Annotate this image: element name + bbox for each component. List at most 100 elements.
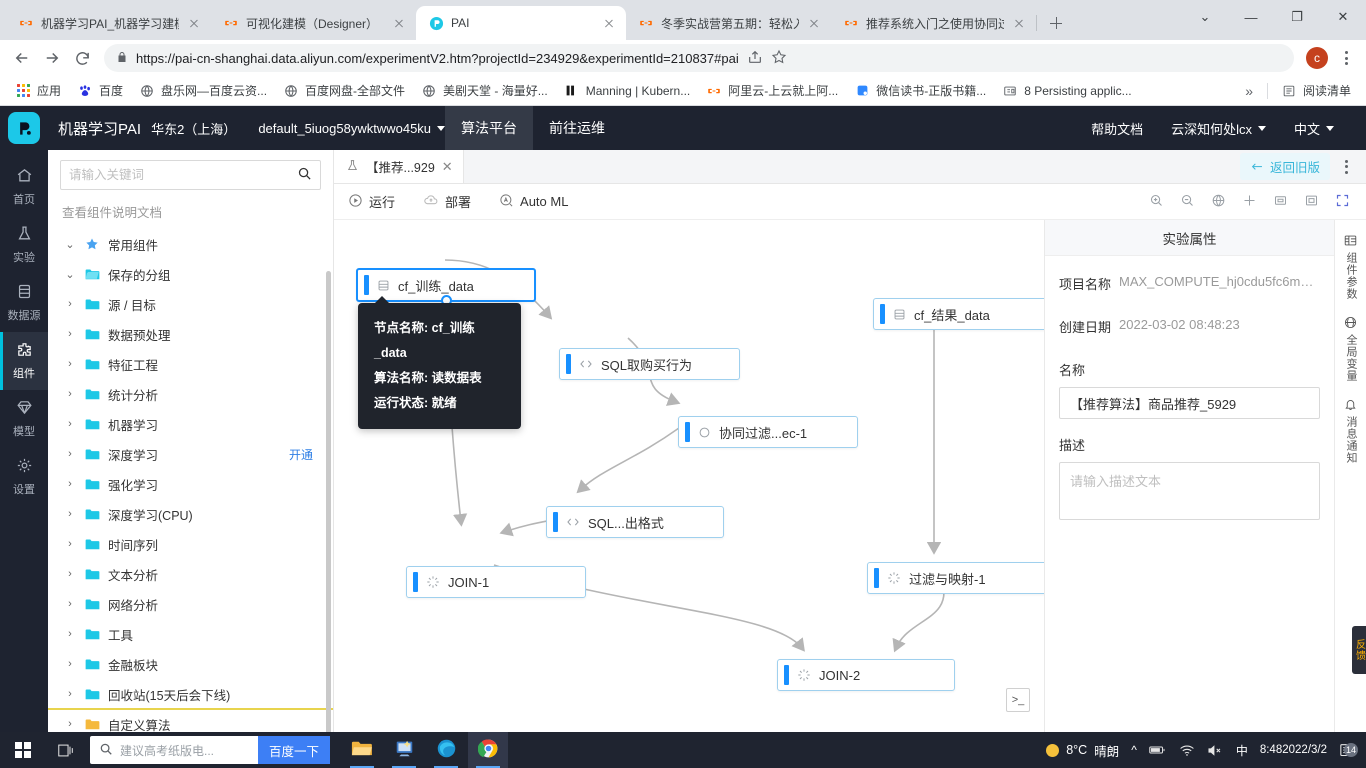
workspace-more-menu[interactable]: [1334, 153, 1358, 181]
nav-tab-operations[interactable]: 前往运维: [533, 106, 621, 150]
run-button[interactable]: 运行: [334, 192, 409, 211]
task-view-button[interactable]: [46, 732, 86, 768]
rail-item-settings[interactable]: 设置: [0, 448, 48, 506]
tree-node-time-series[interactable]: › 时间序列: [48, 529, 333, 559]
browser-tab-3[interactable]: 冬季实战营第五期：轻松入门: [626, 6, 832, 40]
rail-item-global-variables[interactable]: 全局变量: [1338, 310, 1364, 388]
close-icon[interactable]: [806, 15, 822, 31]
close-icon[interactable]: [186, 15, 202, 31]
bookmark-meiju[interactable]: 美剧天堂 - 海量好...: [414, 79, 555, 102]
rail-item-home[interactable]: 首页: [0, 158, 48, 216]
feedback-tab[interactable]: 反馈: [1352, 626, 1366, 674]
chevron-right-icon[interactable]: ›: [64, 598, 76, 610]
tree-node-saved-groups[interactable]: ⌄ 保存的分组: [48, 259, 333, 289]
chevron-right-icon[interactable]: ›: [64, 448, 76, 460]
tree-node-text-analysis[interactable]: › 文本分析: [48, 559, 333, 589]
graph-node-sql-purchase[interactable]: SQL取购买行为: [559, 348, 740, 380]
bookmark-wechat-read[interactable]: 微信读书-正版书籍...: [847, 79, 993, 102]
chevron-right-icon[interactable]: ›: [64, 388, 76, 400]
chevron-down-icon[interactable]: ⌄: [1182, 0, 1228, 34]
bookmark-aliyun[interactable]: 阿里云-上云就上阿...: [699, 79, 845, 102]
rail-item-experiment[interactable]: 实验: [0, 216, 48, 274]
fit-icon[interactable]: [1273, 193, 1288, 211]
baidu-search-button[interactable]: 百度一下: [258, 736, 331, 764]
reading-list-button[interactable]: 阅读清单: [1274, 79, 1358, 102]
tree-node-deep-learning-cpu[interactable]: › 深度学习(CPU): [48, 499, 333, 529]
chevron-down-icon[interactable]: ⌄: [64, 268, 76, 281]
ime-indicator[interactable]: 中: [1230, 742, 1254, 759]
close-icon[interactable]: [601, 15, 617, 31]
experiment-description-input[interactable]: [1059, 462, 1320, 520]
close-icon[interactable]: [1011, 15, 1027, 31]
globe-icon[interactable]: [1211, 193, 1226, 211]
chevron-right-icon[interactable]: ›: [64, 358, 76, 370]
tree-node-network-analysis[interactable]: › 网络分析: [48, 589, 333, 619]
tree-node-machine-learning[interactable]: › 机器学习: [48, 409, 333, 439]
search-icon[interactable]: [297, 166, 312, 184]
new-tab-button[interactable]: [1042, 9, 1070, 37]
chevron-right-icon[interactable]: ›: [64, 418, 76, 430]
deploy-button[interactable]: 部署: [409, 192, 485, 211]
forward-icon[interactable]: [38, 44, 66, 72]
language-menu[interactable]: 中文: [1280, 119, 1348, 138]
component-search-box[interactable]: [60, 160, 321, 190]
taskbar-search[interactable]: 建议高考纸版电... 百度一下: [90, 736, 331, 764]
tree-node-finance[interactable]: › 金融板块: [48, 649, 333, 679]
taskbar-clock[interactable]: 8:48 2022/3/2: [1254, 743, 1333, 757]
weather-widget[interactable]: 8°C 晴朗: [1040, 741, 1125, 760]
region-selector[interactable]: 华东2（上海）: [141, 119, 236, 138]
chevron-right-icon[interactable]: ›: [64, 658, 76, 670]
rail-item-notifications[interactable]: 消息通知: [1338, 392, 1364, 470]
chevron-down-icon[interactable]: ⌄: [64, 238, 76, 251]
bookmark-persisting[interactable]: 8 Persisting applic...: [995, 80, 1138, 102]
chevron-right-icon[interactable]: ›: [64, 628, 76, 640]
chevron-right-icon[interactable]: ›: [64, 298, 76, 310]
bookmark-manning[interactable]: Manning | Kubern...: [557, 80, 698, 102]
graph-node-filter-map-1[interactable]: 过滤与映射-1: [867, 562, 1044, 594]
help-docs-link[interactable]: 帮助文档: [1077, 119, 1157, 138]
chevron-right-icon[interactable]: ›: [64, 568, 76, 580]
graph-node-collaborative-filter[interactable]: 协同过滤...ec-1: [678, 416, 858, 448]
experiment-name-input[interactable]: [1059, 387, 1320, 419]
notification-center-button[interactable]: 14: [1333, 742, 1362, 758]
bookmarks-overflow-button[interactable]: »: [1237, 80, 1261, 102]
rail-item-component-params[interactable]: 组件参数: [1338, 228, 1364, 306]
browser-tab-4[interactable]: 推荐系统入门之使用协同过滤: [831, 6, 1037, 40]
tree-node-common[interactable]: ⌄ 常用组件: [48, 229, 333, 259]
taskbar-app-chrome[interactable]: [468, 732, 509, 768]
rail-item-datasource[interactable]: 数据源: [0, 274, 48, 332]
automl-button[interactable]: Auto ML: [485, 193, 582, 211]
tree-node-tools[interactable]: › 工具: [48, 619, 333, 649]
browser-tab-2[interactable]: PAI: [416, 6, 626, 40]
maximize-button[interactable]: ❐: [1274, 0, 1320, 34]
project-selector[interactable]: default_5iuog58ywktwwo45ku: [236, 121, 446, 136]
rail-item-components[interactable]: 组件: [0, 332, 48, 390]
graph-node-sql-output-format[interactable]: SQL...出格式: [546, 506, 724, 538]
wifi-icon[interactable]: [1173, 744, 1201, 757]
reload-icon[interactable]: [68, 44, 96, 72]
graph-node-join-1[interactable]: JOIN-1: [406, 566, 586, 598]
browser-tab-1[interactable]: 可视化建模（Designer）: [211, 6, 417, 40]
close-icon[interactable]: ✕: [442, 159, 453, 175]
profile-avatar[interactable]: c: [1306, 47, 1328, 69]
zoom-in-icon[interactable]: [1149, 193, 1164, 211]
pipeline-canvas[interactable]: cf_训练_data SQL取购买行为 协同过滤...ec-1 cf_结果_da…: [334, 220, 1044, 732]
rail-item-model[interactable]: 模型: [0, 390, 48, 448]
back-icon[interactable]: [8, 44, 36, 72]
chevron-right-icon[interactable]: ›: [64, 718, 76, 730]
tree-node-custom-algorithm[interactable]: › 自定义算法: [48, 708, 333, 732]
search-input[interactable]: [69, 168, 291, 182]
bookmark-pan-files[interactable]: 百度网盘-全部文件: [276, 79, 412, 102]
tree-node-reinforcement-learning[interactable]: › 强化学习: [48, 469, 333, 499]
fullscreen-icon[interactable]: [1335, 193, 1350, 211]
chevron-right-icon[interactable]: ›: [64, 688, 76, 700]
star-icon[interactable]: [771, 49, 787, 68]
tree-node-deep-learning[interactable]: › 深度学习 开通: [48, 439, 333, 469]
zoom-out-icon[interactable]: [1180, 193, 1195, 211]
experiment-tab[interactable]: 【推荐...929 ✕: [334, 150, 464, 183]
taskbar-app-remote-desktop[interactable]: [384, 732, 424, 768]
taskbar-app-edge[interactable]: [426, 732, 466, 768]
battery-icon[interactable]: [1143, 744, 1173, 756]
terminal-button[interactable]: >_: [1006, 688, 1030, 712]
nav-tab-algorithm-platform[interactable]: 算法平台: [445, 106, 534, 150]
